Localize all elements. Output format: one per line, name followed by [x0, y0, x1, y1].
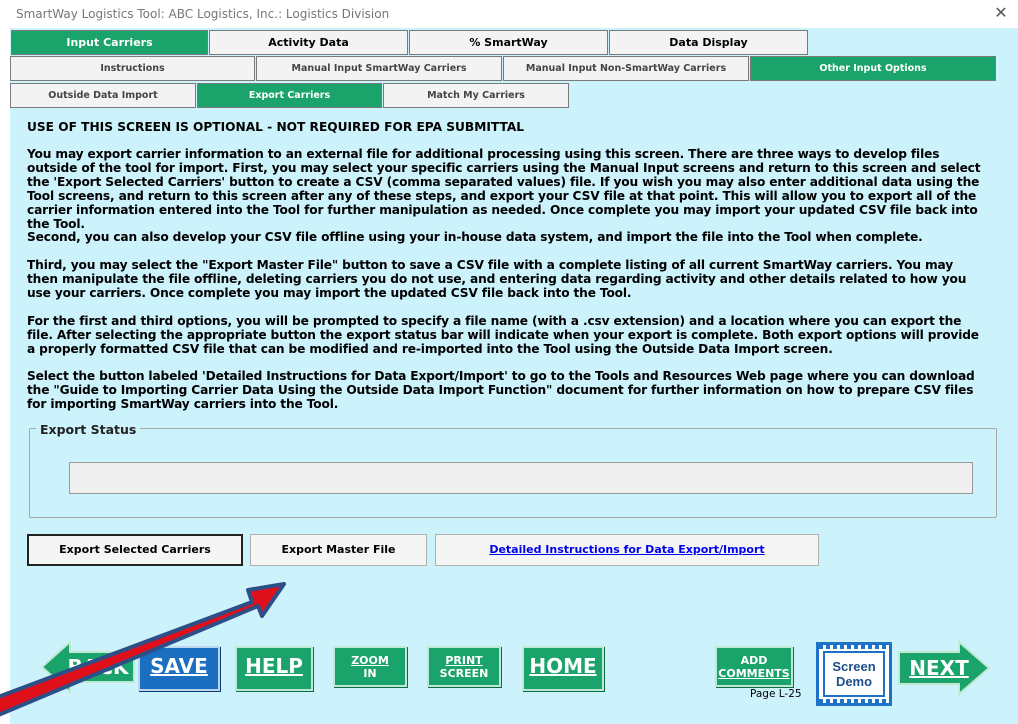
- tab-data-display[interactable]: Data Display: [609, 30, 808, 55]
- tab-export-carriers[interactable]: Export Carriers: [197, 83, 382, 108]
- optional-heading: USE OF THIS SCREEN IS OPTIONAL - NOT REQ…: [27, 120, 525, 134]
- next-label: NEXT: [909, 656, 969, 680]
- paragraph-5: Select the button labeled 'Detailed Inst…: [27, 369, 975, 411]
- red-pointer-arrow-icon: [0, 582, 286, 717]
- print-label-1: PRINT: [445, 654, 483, 667]
- export-status-label: Export Status: [36, 422, 141, 437]
- next-button[interactable]: NEXT: [897, 640, 991, 696]
- window-title: SmartWay Logistics Tool: ABC Logistics, …: [16, 7, 390, 21]
- tab-match-my-carriers[interactable]: Match My Carriers: [383, 83, 569, 108]
- export-progress-bar: [69, 462, 973, 494]
- add-comments-button[interactable]: ADD COMMENTS: [715, 646, 793, 687]
- page-number: Page L-25: [750, 688, 802, 700]
- film-strip-bottom: [819, 699, 889, 703]
- paragraph-3: Third, you may select the "Export Master…: [27, 258, 967, 300]
- zoom-in-button[interactable]: ZOOM IN: [333, 646, 407, 687]
- zoom-label-1: ZOOM: [351, 654, 389, 667]
- zoom-label-2: IN: [363, 667, 377, 680]
- paragraph-1: You may export carrier information to an…: [27, 147, 981, 231]
- detailed-instructions-link[interactable]: Detailed Instructions for Data Export/Im…: [489, 543, 764, 556]
- film-strip-top: [819, 645, 889, 649]
- print-label-2: SCREEN: [439, 667, 489, 680]
- home-button[interactable]: HOME: [522, 646, 604, 691]
- comments-label-1: ADD: [740, 654, 768, 667]
- comments-label-2: COMMENTS: [718, 667, 790, 680]
- tab-input-carriers[interactable]: Input Carriers: [11, 30, 208, 55]
- tab-activity-data[interactable]: Activity Data: [209, 30, 408, 55]
- title-bar: SmartWay Logistics Tool: ABC Logistics, …: [0, 0, 1018, 30]
- print-screen-button[interactable]: PRINT SCREEN: [427, 646, 501, 687]
- tab-manual-input-non-smartway[interactable]: Manual Input Non-SmartWay Carriers: [503, 56, 749, 81]
- close-icon[interactable]: ✕: [990, 3, 1012, 23]
- tab-percent-smartway[interactable]: % SmartWay: [409, 30, 608, 55]
- paragraph-2: Second, you can also develop your CSV fi…: [27, 230, 923, 244]
- tab-outside-data-import[interactable]: Outside Data Import: [10, 83, 196, 108]
- screen-demo-label: Screen Demo: [823, 651, 885, 697]
- tab-instructions[interactable]: Instructions: [10, 56, 255, 81]
- tab-other-input-options[interactable]: Other Input Options: [750, 56, 996, 81]
- screen-demo-label-2: Demo: [835, 674, 873, 689]
- tab-manual-input-smartway[interactable]: Manual Input SmartWay Carriers: [256, 56, 502, 81]
- paragraph-4: For the first and third options, you wil…: [27, 314, 979, 356]
- screen-demo-button[interactable]: Screen Demo: [816, 642, 892, 706]
- home-label: HOME: [529, 654, 597, 678]
- screen-demo-label-1: Screen: [832, 659, 876, 674]
- detailed-instructions-button[interactable]: Detailed Instructions for Data Export/Im…: [435, 534, 819, 566]
